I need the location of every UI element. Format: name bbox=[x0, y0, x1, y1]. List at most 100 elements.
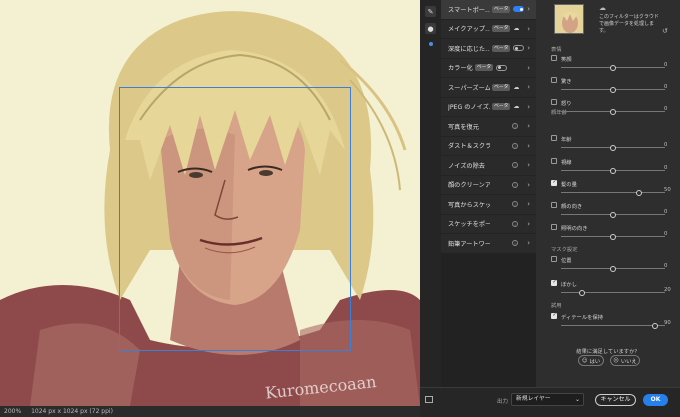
active-indicator bbox=[428, 42, 433, 46]
cloud-download-icon[interactable]: ☁ bbox=[513, 103, 519, 110]
beta-badge: ベータ bbox=[492, 25, 511, 33]
ok-button[interactable]: OK bbox=[643, 394, 668, 406]
filter-item[interactable]: スマートポー… ベータ › bbox=[441, 0, 536, 20]
filter-name: 写真からスケッチ bbox=[448, 201, 490, 209]
filter-item[interactable]: メイクアップ… ベータ ☁ › bbox=[441, 20, 536, 39]
section-mask: マスク設定 bbox=[551, 247, 578, 253]
status-bar: 200% 1024 px x 1024 px (72 ppi) bbox=[0, 406, 420, 417]
person-icon[interactable]: ● bbox=[425, 23, 436, 34]
slider-label-happiness: 笑顔 bbox=[561, 56, 572, 63]
cloud-download-icon[interactable]: ☁ bbox=[513, 84, 519, 91]
slider-knob-happiness[interactable] bbox=[610, 64, 616, 71]
checkbox-age[interactable] bbox=[551, 135, 557, 141]
slider-label-anger: 怒り bbox=[561, 100, 572, 107]
filter-item[interactable]: ノイズの除去 i › bbox=[441, 156, 536, 176]
brush-tool-icon[interactable]: ✎ bbox=[425, 6, 436, 17]
output-select[interactable]: 新規レイヤー ⌄ bbox=[511, 393, 584, 406]
feedback-yes-button[interactable]: ☺ はい bbox=[578, 355, 604, 366]
slider-knob-position[interactable] bbox=[610, 265, 616, 272]
chevron-right-icon: › bbox=[527, 44, 530, 53]
face-thumbnail[interactable] bbox=[554, 4, 584, 34]
slider-value-blur: 20 bbox=[664, 287, 671, 293]
checkbox-surprise[interactable] bbox=[551, 77, 557, 83]
zoom-level: 200% bbox=[4, 408, 22, 415]
filter-item[interactable]: スケッチをポートレ… i › bbox=[441, 215, 536, 234]
feedback-no-button[interactable]: ☹ いいえ bbox=[610, 355, 640, 366]
chevron-right-icon: › bbox=[527, 83, 530, 92]
checkbox-anger[interactable] bbox=[551, 99, 557, 105]
filter-item[interactable]: 深度に応じた… ベータ › bbox=[441, 39, 536, 59]
slider-label-face_direction: 顔の向き bbox=[561, 203, 583, 210]
chevron-right-icon: › bbox=[527, 63, 530, 72]
checkbox-gaze[interactable] bbox=[551, 158, 557, 164]
reset-icon[interactable]: ↺ bbox=[662, 27, 668, 35]
filter-item[interactable]: 写真を復元 i › bbox=[441, 117, 536, 137]
no-label: いいえ bbox=[620, 358, 637, 365]
filter-item[interactable]: JPEG のノイズ…ベータ☁ › bbox=[441, 98, 536, 117]
document-canvas[interactable]: Kuromecoaan bbox=[0, 0, 420, 406]
checkbox-happiness[interactable] bbox=[551, 55, 557, 61]
slider-knob-hair[interactable] bbox=[636, 189, 642, 196]
info-icon[interactable]: i bbox=[512, 162, 518, 169]
satisfaction-question: 結果に満足していますか？ bbox=[576, 349, 640, 355]
slider-label-gaze: 視線 bbox=[561, 159, 572, 166]
chevron-right-icon: › bbox=[527, 122, 530, 131]
slider-track-detail[interactable] bbox=[561, 325, 665, 326]
checkbox-position[interactable] bbox=[551, 256, 557, 262]
filter-settings-panel bbox=[536, 0, 680, 387]
show-panel-icon[interactable] bbox=[425, 396, 433, 403]
filter-toggle[interactable] bbox=[513, 6, 525, 13]
slider-label-position: 位置 bbox=[561, 257, 572, 264]
filter-item[interactable]: スーパーズーム ベータ ☁ › bbox=[441, 78, 536, 98]
slider-knob-face_direction[interactable] bbox=[610, 211, 616, 218]
checkbox-face_direction[interactable] bbox=[551, 202, 557, 208]
slider-knob-anger[interactable] bbox=[610, 108, 616, 115]
filter-toggle[interactable] bbox=[513, 45, 525, 52]
checkbox-light_direction[interactable] bbox=[551, 224, 557, 230]
slider-knob-age[interactable] bbox=[610, 144, 616, 151]
cancel-button[interactable]: キャンセル bbox=[595, 394, 636, 406]
filter-item[interactable]: ダスト＆スクラッチ i › bbox=[441, 137, 536, 156]
filter-item[interactable]: 顔のクリーンアップ i › bbox=[441, 176, 536, 195]
filter-item[interactable]: カラー化 ベータ › bbox=[441, 59, 536, 78]
slider-knob-surprise[interactable] bbox=[610, 86, 616, 93]
filter-item[interactable]: 写真からスケッチ i › bbox=[441, 195, 536, 215]
chevron-right-icon: › bbox=[527, 24, 530, 33]
filter-toggle[interactable] bbox=[496, 64, 508, 71]
filter-name: 顔のクリーンアップ bbox=[448, 182, 490, 190]
section-expression: 表情 bbox=[551, 47, 562, 53]
info-icon[interactable]: i bbox=[512, 123, 518, 130]
chevron-right-icon: › bbox=[527, 200, 530, 209]
filter-name: JPEG のノイズ… bbox=[448, 104, 490, 112]
checkbox-detail[interactable] bbox=[551, 312, 557, 319]
filter-name: ダスト＆スクラッチ bbox=[448, 143, 490, 151]
checkbox-hair[interactable] bbox=[551, 179, 557, 186]
checkbox-blur[interactable] bbox=[551, 279, 557, 286]
beta-badge: ベータ bbox=[474, 64, 494, 72]
filter-item[interactable]: 鉛筆アートワーク i › bbox=[441, 234, 536, 254]
info-icon[interactable]: i bbox=[512, 142, 518, 149]
chevron-right-icon: › bbox=[527, 239, 530, 248]
slider-label-age: 年齢 bbox=[561, 136, 572, 143]
filter-name: 写真を復元 bbox=[448, 123, 479, 131]
chevron-right-icon: › bbox=[527, 141, 530, 150]
info-icon[interactable]: i bbox=[512, 201, 518, 208]
info-icon[interactable]: i bbox=[512, 220, 518, 227]
slider-knob-light_direction[interactable] bbox=[610, 233, 616, 240]
slider-knob-detail[interactable] bbox=[651, 322, 658, 329]
info-icon[interactable]: i bbox=[512, 240, 518, 247]
beta-badge: ベータ bbox=[492, 103, 511, 111]
slider-label-detail: ディテールを保持 bbox=[561, 314, 604, 321]
slider-track-hair[interactable] bbox=[561, 192, 665, 193]
slider-knob-blur[interactable] bbox=[578, 289, 585, 296]
document-info: 1024 px x 1024 px (72 ppi) bbox=[31, 408, 113, 415]
chevron-right-icon: › bbox=[527, 180, 530, 189]
chevron-right-icon: › bbox=[527, 219, 530, 228]
slider-knob-gaze[interactable] bbox=[610, 167, 616, 174]
filter-name: 鉛筆アートワーク bbox=[448, 240, 490, 248]
info-icon[interactable]: i bbox=[512, 181, 518, 188]
slider-label-light_direction: 照明の向き bbox=[561, 225, 588, 232]
slider-track-blur[interactable] bbox=[561, 292, 665, 293]
beta-badge: ベータ bbox=[492, 5, 511, 13]
cloud-download-icon[interactable]: ☁ bbox=[513, 25, 519, 32]
